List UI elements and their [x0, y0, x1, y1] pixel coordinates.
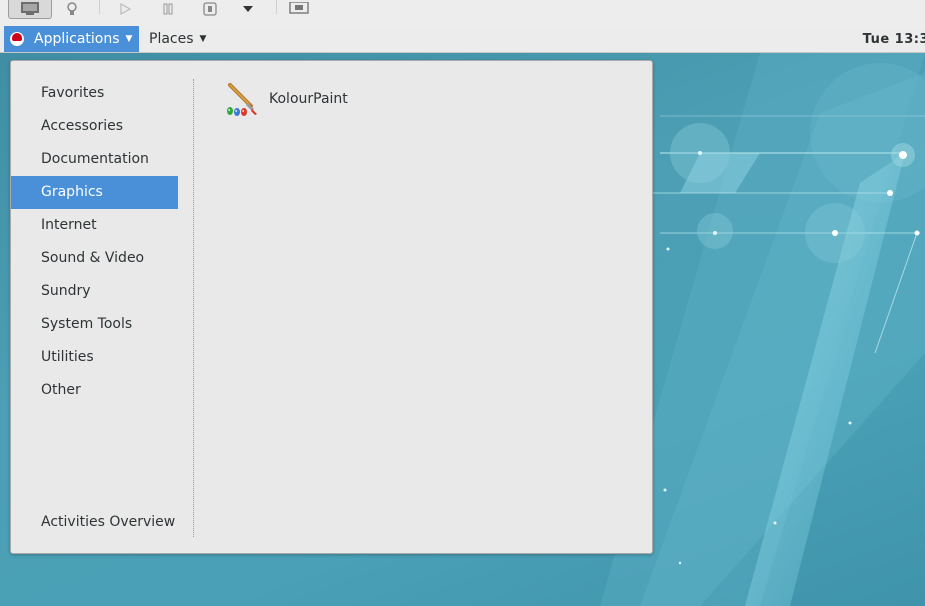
top-bar: Applications ▼ Places ▼ Tue 13:3	[0, 26, 925, 53]
vm-console-button[interactable]	[8, 0, 52, 19]
screen-icon	[289, 2, 309, 14]
category-utilities[interactable]: Utilities	[11, 341, 178, 374]
power-icon	[203, 2, 217, 16]
monitor-icon	[21, 2, 39, 15]
places-label: Places	[149, 31, 194, 47]
bulb-icon	[67, 2, 77, 15]
category-internet[interactable]: Internet	[11, 209, 178, 242]
category-accessories[interactable]: Accessories	[11, 110, 178, 143]
chevron-down-icon: ▼	[125, 34, 133, 44]
app-label: KolourPaint	[269, 91, 348, 107]
vm-shutdown-menu-button[interactable]	[238, 0, 258, 18]
vm-fullscreen-button[interactable]	[288, 0, 310, 18]
applications-label: Applications	[34, 31, 120, 47]
category-graphics[interactable]: Graphics	[11, 176, 178, 209]
clock[interactable]: Tue 13:3	[863, 26, 925, 52]
activities-overview-item[interactable]: Activities Overview	[41, 514, 175, 530]
redhat-logo-icon	[10, 32, 24, 46]
pause-icon	[163, 3, 173, 15]
applications-menu: Favorites Accessories Documentation Grap…	[10, 60, 653, 554]
vm-run-button[interactable]	[115, 0, 135, 18]
category-list: Favorites Accessories Documentation Grap…	[11, 77, 178, 407]
category-sound-video[interactable]: Sound & Video	[11, 242, 178, 275]
category-sundry[interactable]: Sundry	[11, 275, 178, 308]
category-system-tools[interactable]: System Tools	[11, 308, 178, 341]
category-documentation[interactable]: Documentation	[11, 143, 178, 176]
vm-details-button[interactable]	[62, 0, 82, 18]
category-other[interactable]: Other	[11, 374, 178, 407]
category-favorites[interactable]: Favorites	[11, 77, 178, 110]
vm-toolbar	[0, 0, 925, 27]
vm-pause-button[interactable]	[158, 0, 178, 18]
menu-divider	[193, 79, 194, 537]
vm-shutdown-button[interactable]	[199, 0, 221, 18]
applications-menu-button[interactable]: Applications ▼	[4, 26, 139, 52]
app-kolourpaint[interactable]: KolourPaint	[223, 81, 348, 117]
places-menu-button[interactable]: Places ▼	[149, 26, 206, 52]
play-icon	[120, 3, 131, 15]
chevron-down-icon: ▼	[199, 34, 207, 44]
paintbrush-icon	[227, 83, 257, 116]
chevron-down-icon	[243, 6, 253, 12]
